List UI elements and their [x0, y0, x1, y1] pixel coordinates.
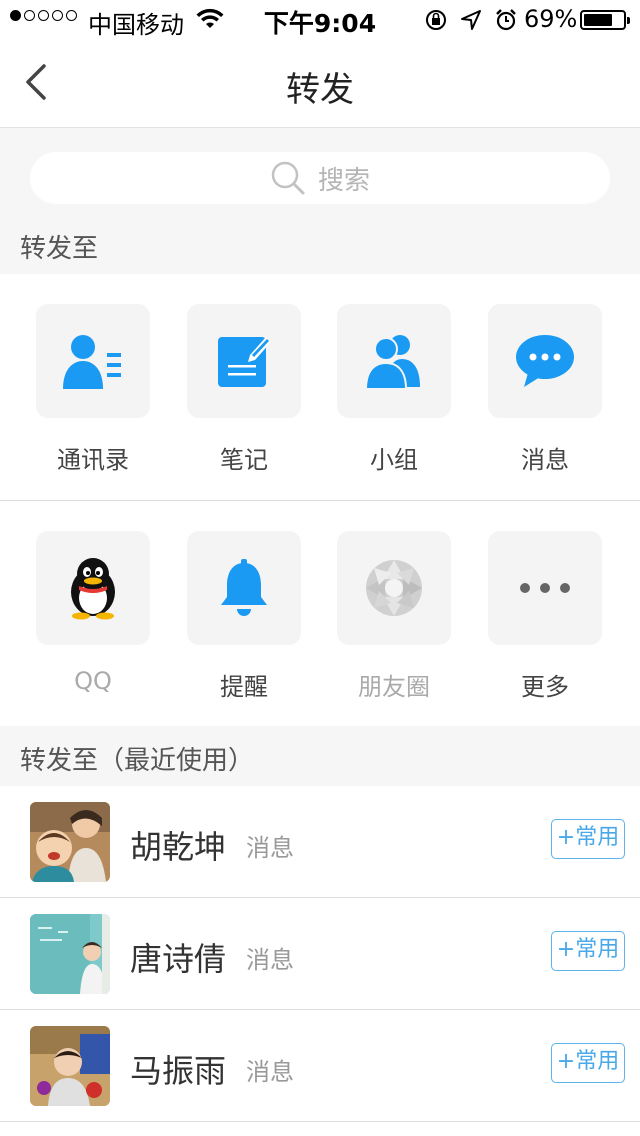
share-targets-row-1: 通讯录 笔记 小组 消息: [0, 274, 640, 500]
carrier-name: 中国移动: [88, 11, 184, 39]
battery-percent: 69%: [524, 5, 578, 33]
back-button[interactable]: [22, 62, 62, 106]
add-favorite-button[interactable]: +常用: [551, 819, 625, 859]
alarm-icon: [496, 9, 516, 31]
share-target-more[interactable]: 更多: [488, 531, 602, 702]
search-input[interactable]: 搜索: [30, 152, 610, 204]
more-tile: [488, 531, 602, 645]
page-title: 转发: [286, 70, 354, 110]
contacts-icon: [63, 335, 121, 389]
reminder-tile: [187, 531, 301, 645]
wifi-icon: [196, 8, 224, 28]
chevron-left-icon: [26, 64, 46, 100]
message-tile: [488, 304, 602, 418]
share-target-contacts[interactable]: 通讯录: [36, 304, 150, 475]
share-target-label: 笔记: [220, 446, 268, 474]
avatar: [30, 1026, 110, 1106]
share-target-label: 更多: [521, 673, 569, 701]
contact-type: 消息: [246, 946, 294, 974]
contact-name: 唐诗倩: [130, 940, 227, 978]
recent-contact-row[interactable]: 马振雨 消息 +常用: [0, 1010, 640, 1122]
add-favorite-button[interactable]: +常用: [551, 931, 625, 971]
avatar: [30, 914, 110, 994]
add-favorite-button[interactable]: +常用: [551, 1043, 625, 1083]
battery-icon: [580, 10, 630, 30]
recent-contact-row[interactable]: 唐诗倩 消息 +常用: [0, 898, 640, 1010]
note-tile: [187, 304, 301, 418]
share-target-label: 消息: [521, 446, 569, 474]
contact-name: 马振雨: [130, 1052, 227, 1090]
location-arrow-icon: [461, 10, 481, 30]
contact-type: 消息: [246, 1058, 294, 1086]
moments-tile: [337, 531, 451, 645]
qq-tile: [36, 531, 150, 645]
group-icon: [364, 335, 420, 390]
signal-strength-icon: [10, 10, 80, 21]
share-target-group[interactable]: 小组: [337, 304, 451, 475]
share-target-label: 小组: [370, 446, 418, 474]
search-placeholder: 搜索: [317, 165, 370, 196]
more-dots-icon: [520, 583, 570, 593]
share-target-moments[interactable]: 朋友圈: [337, 531, 451, 702]
moments-shutter-icon: [366, 560, 422, 616]
search-section: 搜索 转发至: [0, 128, 640, 274]
navigation-bar: 转发: [0, 40, 640, 128]
share-target-label: QQ: [74, 667, 112, 695]
contacts-tile: [36, 304, 150, 418]
share-target-note[interactable]: 笔记: [187, 304, 301, 475]
share-target-qq[interactable]: QQ: [36, 531, 150, 695]
status-bar: 中国移动 下午9:04 69%: [0, 0, 640, 40]
qq-penguin-icon: [71, 558, 115, 620]
status-icons: [424, 8, 518, 32]
note-icon: [218, 337, 271, 387]
forward-to-label: 转发至: [20, 234, 99, 264]
recent-section-header: 转发至（最近使用）: [0, 726, 640, 786]
contact-name: 胡乾坤: [130, 828, 227, 866]
share-target-label: 提醒: [220, 673, 268, 701]
recent-label: 转发至（最近使用）: [20, 746, 255, 776]
share-target-message[interactable]: 消息: [488, 304, 602, 475]
bell-icon: [221, 559, 267, 616]
share-targets-row-2: QQ 提醒 朋友圈 更多: [0, 501, 640, 726]
share-target-reminder[interactable]: 提醒: [187, 531, 301, 702]
avatar: [30, 802, 110, 882]
search-icon: [271, 161, 305, 195]
recent-contact-row[interactable]: 胡乾坤 消息 +常用: [0, 786, 640, 898]
orientation-lock-icon: [426, 10, 446, 30]
message-icon: [516, 335, 574, 387]
share-target-label: 通讯录: [57, 446, 129, 474]
share-target-label: 朋友圈: [358, 673, 430, 701]
contact-type: 消息: [246, 834, 294, 862]
group-tile: [337, 304, 451, 418]
